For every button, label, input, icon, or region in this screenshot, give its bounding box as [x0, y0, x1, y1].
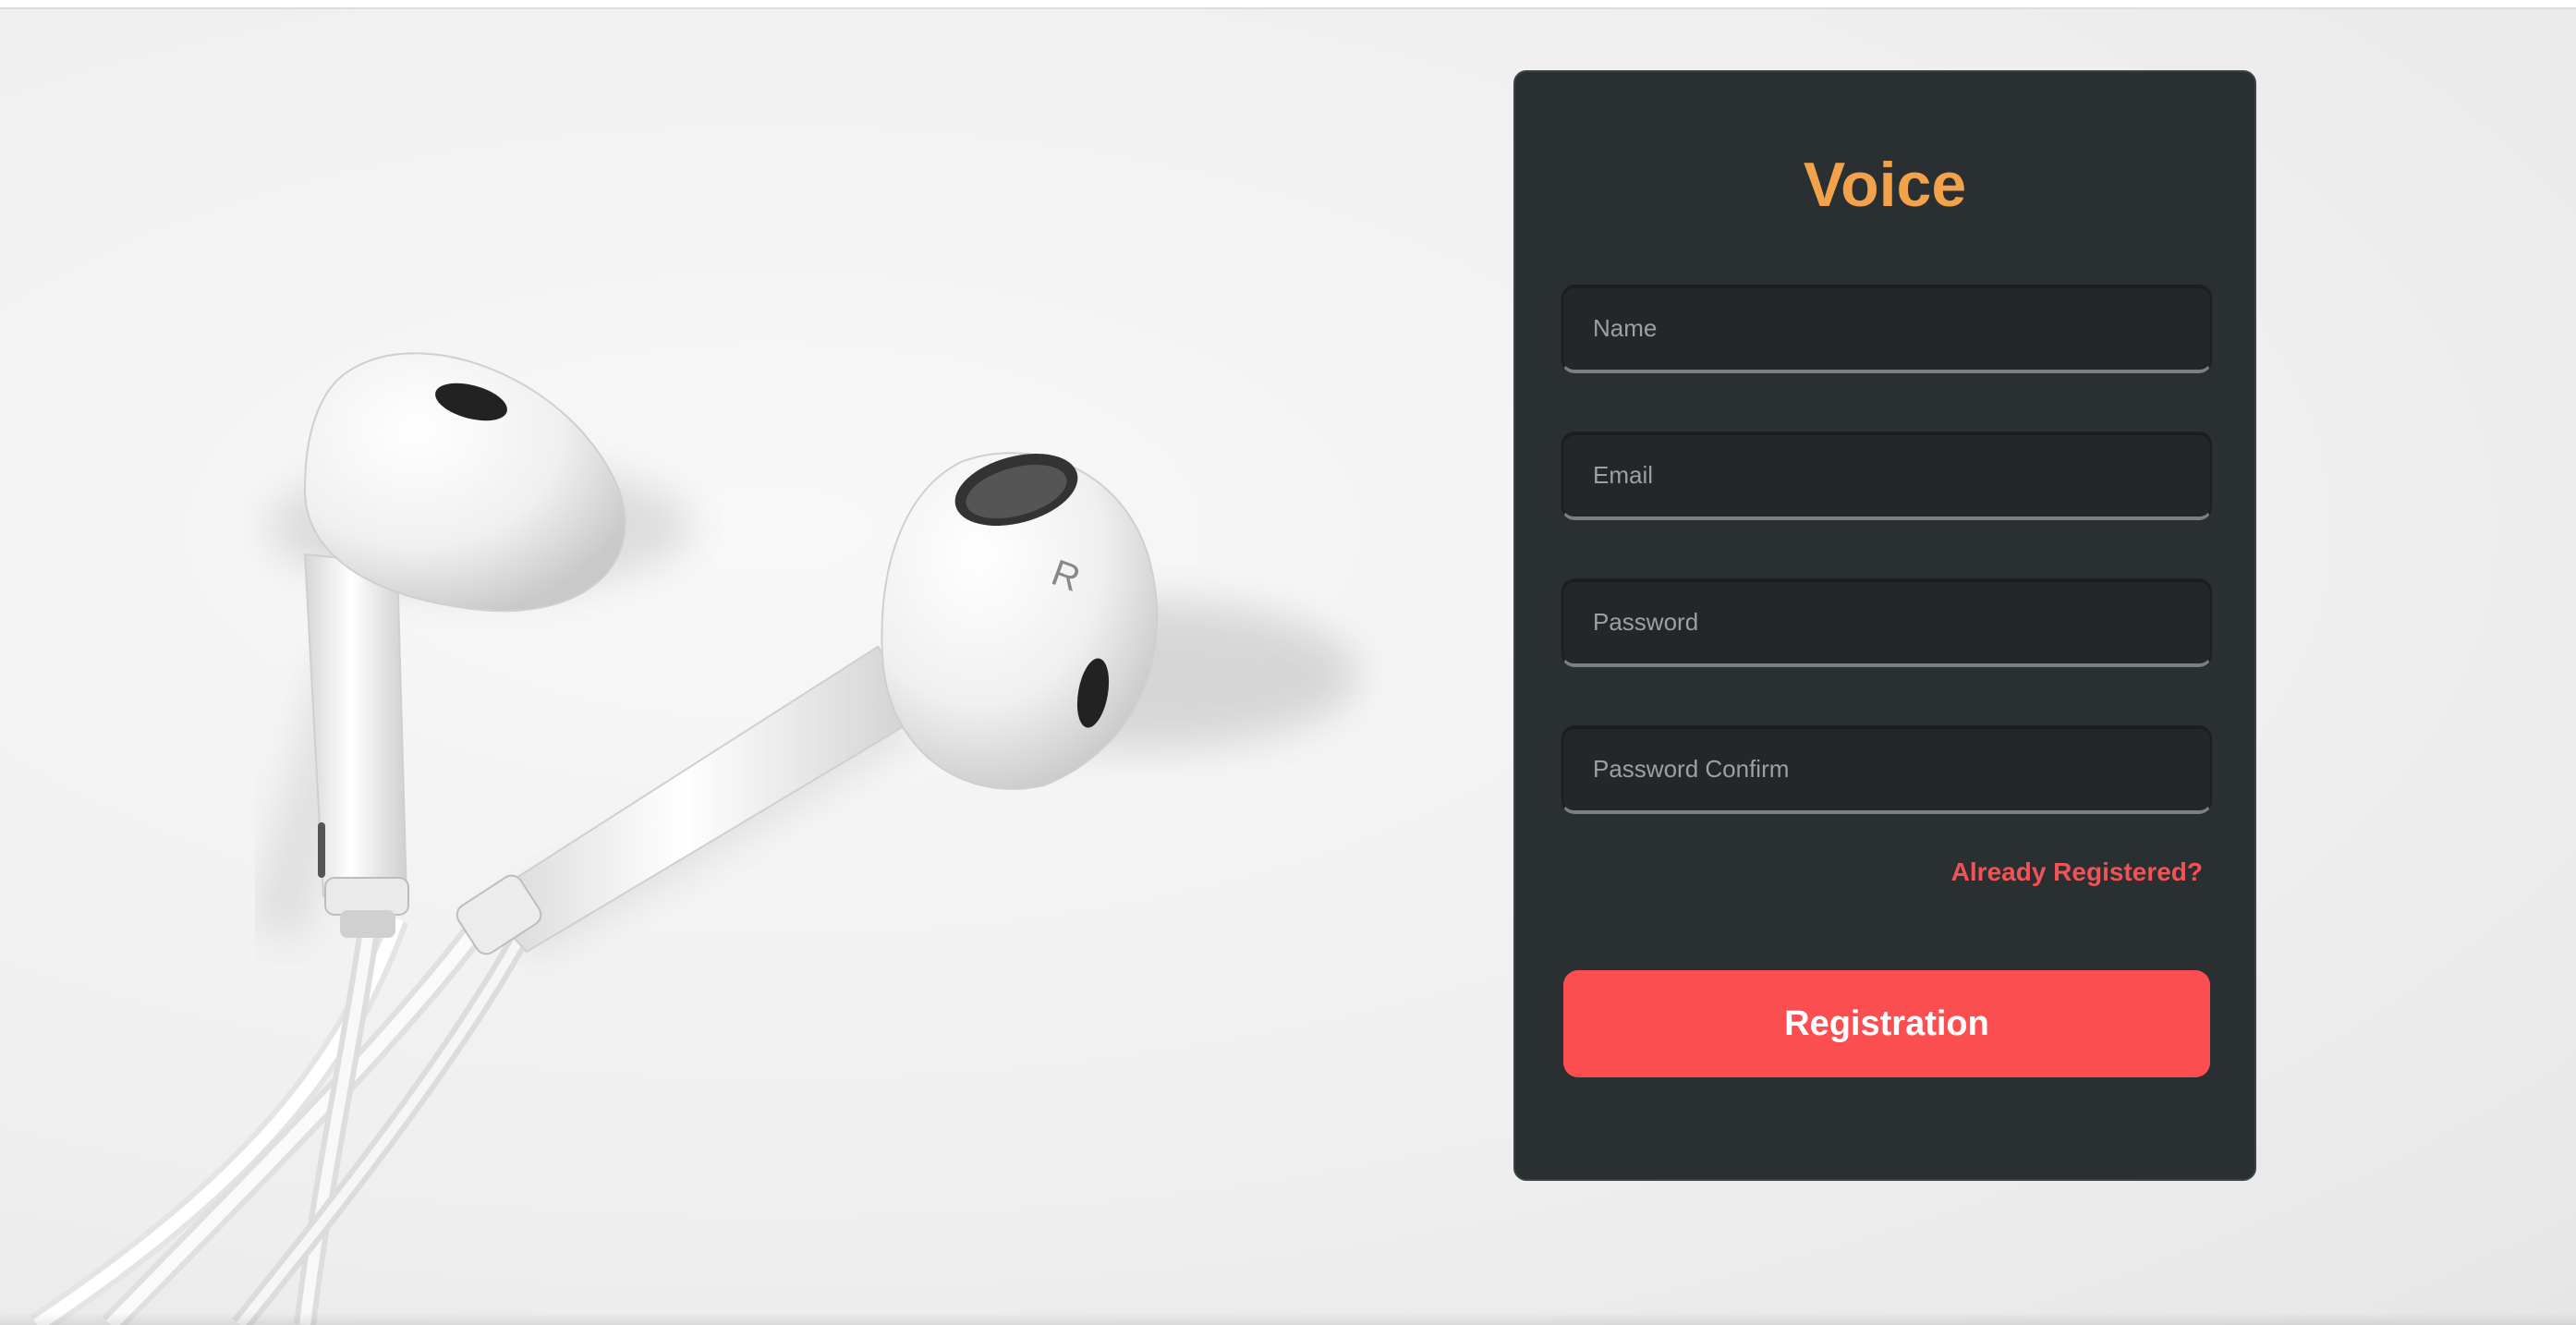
- registration-button[interactable]: Registration: [1563, 970, 2210, 1077]
- bottom-edge-shade: [0, 1312, 2576, 1325]
- top-divider: [0, 0, 2576, 9]
- password-confirm-input[interactable]: [1561, 725, 2212, 814]
- already-registered-link[interactable]: Already Registered?: [1951, 857, 2203, 887]
- registration-page: R Voice Already Registered? Registration: [0, 0, 2576, 1325]
- email-input[interactable]: [1561, 432, 2212, 520]
- earphones-hero-image: R: [30, 352, 1358, 1325]
- app-title: Voice: [1803, 150, 1967, 220]
- name-input[interactable]: [1561, 285, 2212, 373]
- registration-panel: Voice Already Registered? Registration: [1513, 70, 2256, 1181]
- password-input[interactable]: [1561, 578, 2212, 667]
